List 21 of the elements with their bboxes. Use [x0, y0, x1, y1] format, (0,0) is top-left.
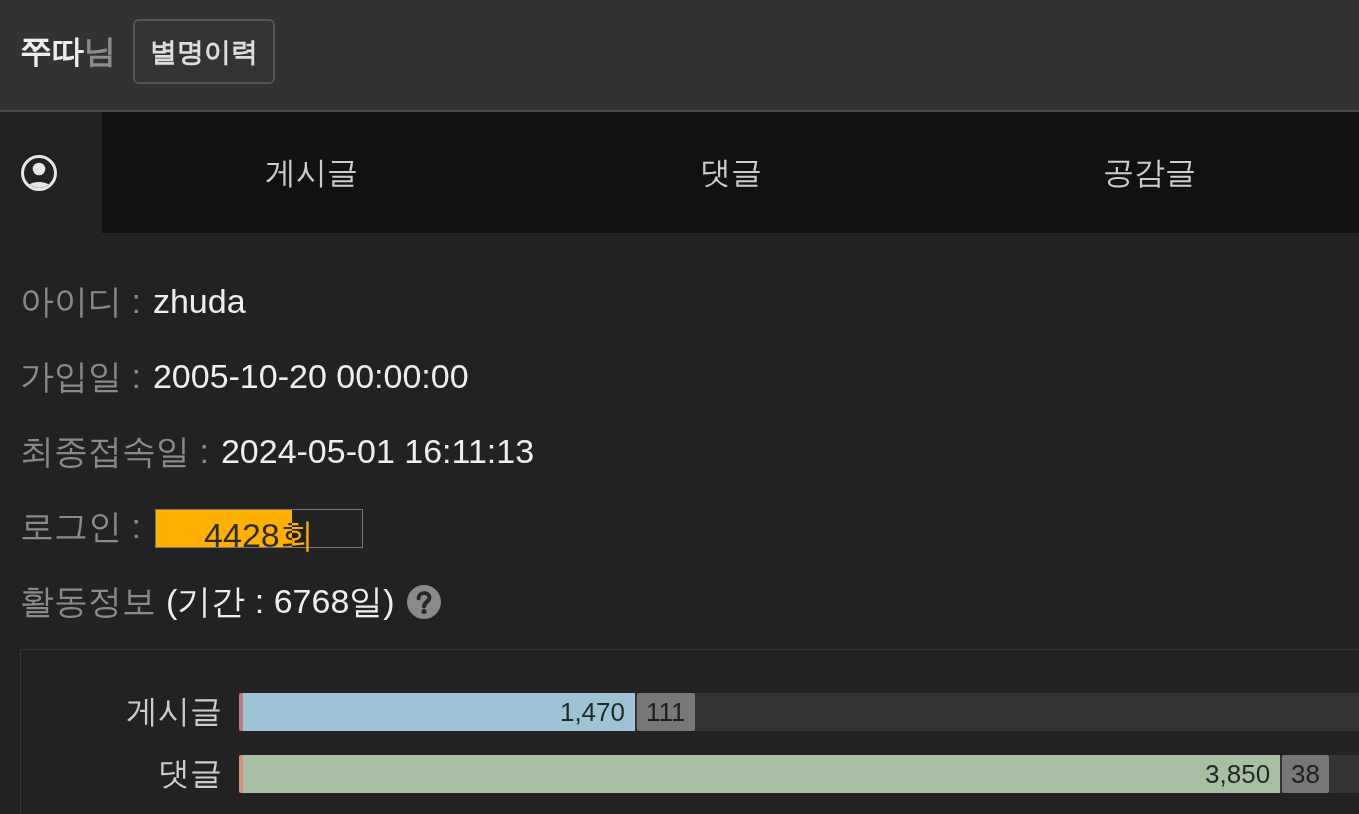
nickname-history-button[interactable]: 별명이력 [133, 19, 275, 84]
person-icon [21, 154, 57, 191]
field-value: zhuda [152, 282, 246, 321]
bar-extra-count: 111 [637, 693, 695, 731]
help-icon[interactable] [406, 584, 441, 619]
bar-label: 댓글 [157, 754, 222, 793]
field-label: 최종접속일 : [20, 430, 209, 472]
field-label: 로그인 : [20, 505, 141, 547]
field-value: 2024-05-01 16:11:13 [220, 432, 535, 471]
field-value: 2005-10-20 00:00:00 [152, 357, 469, 396]
nickname: 쭈따 [20, 32, 84, 71]
field-label: 아이디 : [20, 280, 141, 322]
honorific: 님 [84, 32, 116, 71]
activity-label: 활동정보 [20, 580, 156, 622]
bar-value: 3,850 [1205, 758, 1272, 790]
bar-label: 게시글 [125, 692, 222, 731]
activity-period: (기간 : 6768일) [166, 580, 395, 622]
bar-value: 1,470 [559, 696, 626, 728]
bar-extra-count: 38 [1282, 755, 1330, 793]
profile-tab[interactable] [0, 112, 102, 233]
field-label: 가입일 : [20, 355, 141, 397]
